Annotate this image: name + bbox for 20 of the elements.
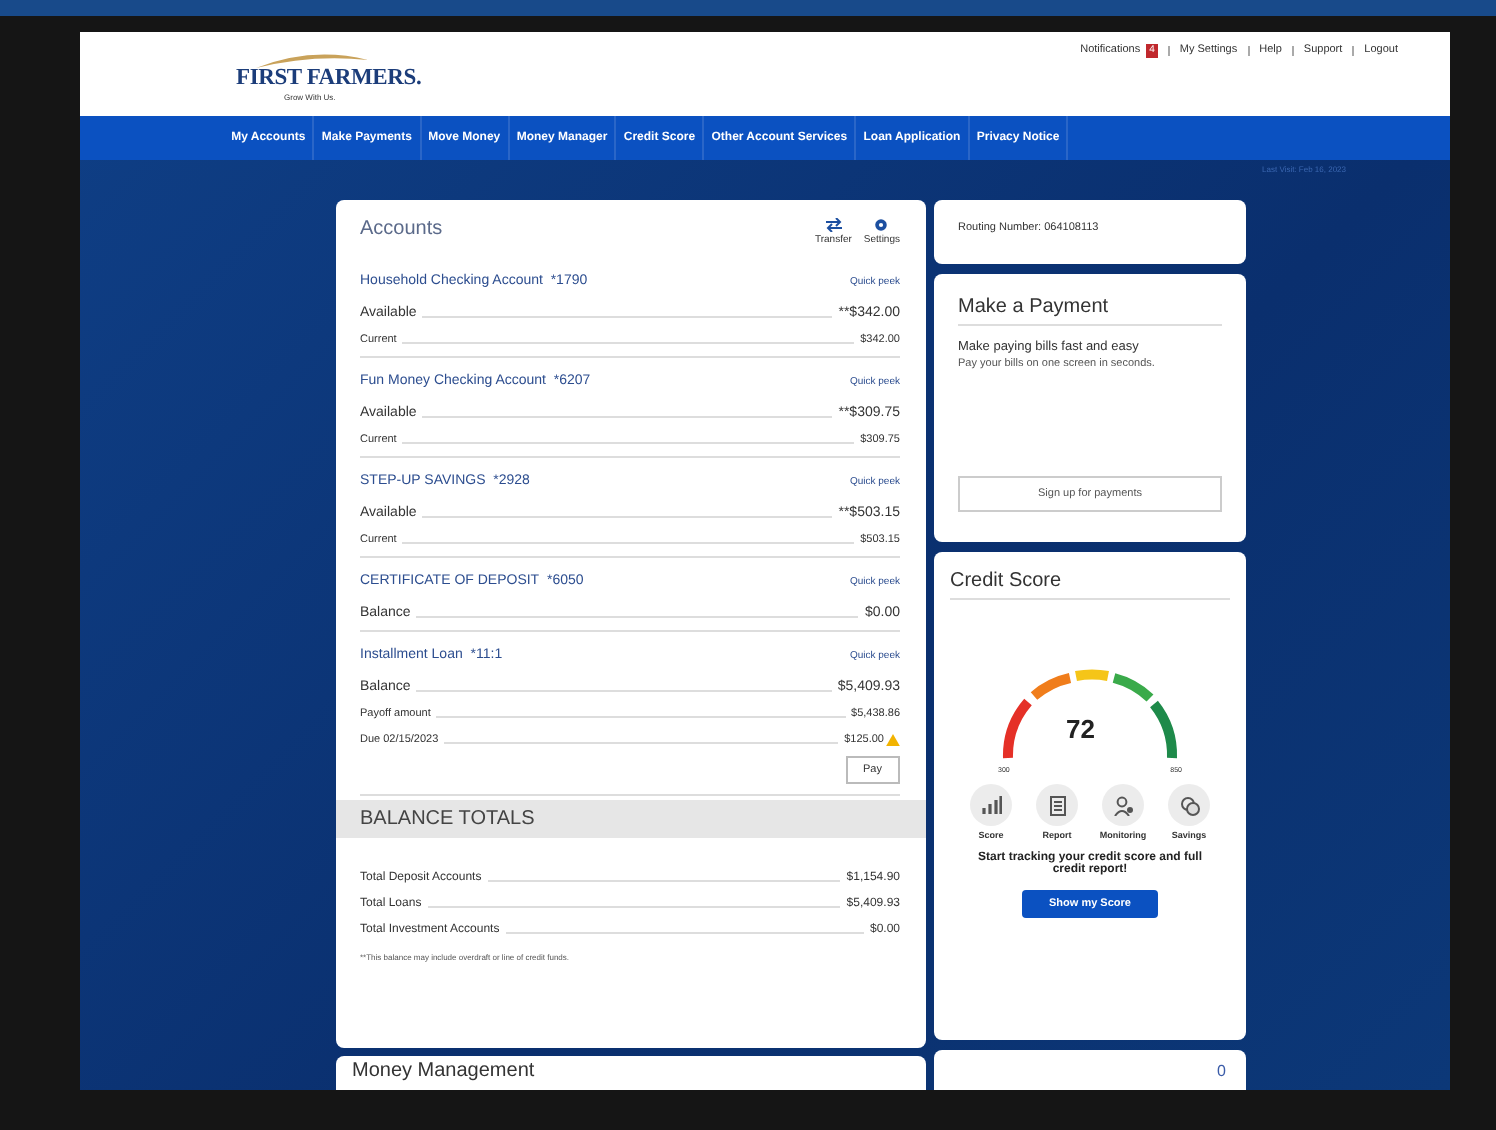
warning-icon bbox=[886, 734, 900, 746]
count-text: 0 bbox=[1217, 1062, 1226, 1084]
transfer-arrows-icon bbox=[825, 218, 842, 232]
feature-icon-circle[interactable] bbox=[1168, 784, 1210, 826]
feature-icon-circle[interactable] bbox=[970, 784, 1012, 826]
wheat-swoosh-icon bbox=[252, 50, 372, 70]
bar-chart-icon bbox=[981, 796, 1001, 814]
document-icon bbox=[1049, 795, 1065, 815]
card-title: Credit Score bbox=[950, 570, 1230, 600]
card-title: Make a Payment bbox=[958, 296, 1222, 326]
logo-text[interactable]: FIRST FARMERS. bbox=[236, 68, 422, 91]
credit-score-value: 72 bbox=[1066, 714, 1095, 744]
card-title: Money Management bbox=[352, 1060, 537, 1082]
feature-icon-circle[interactable] bbox=[1036, 784, 1078, 826]
card-title: Accounts bbox=[360, 218, 443, 244]
feature-icon-circle[interactable] bbox=[1102, 784, 1144, 826]
section-header: BALANCE TOTALS bbox=[336, 800, 926, 838]
coins-icon bbox=[1179, 795, 1199, 815]
settings-icon bbox=[874, 218, 889, 232]
person-icon bbox=[1113, 795, 1133, 815]
